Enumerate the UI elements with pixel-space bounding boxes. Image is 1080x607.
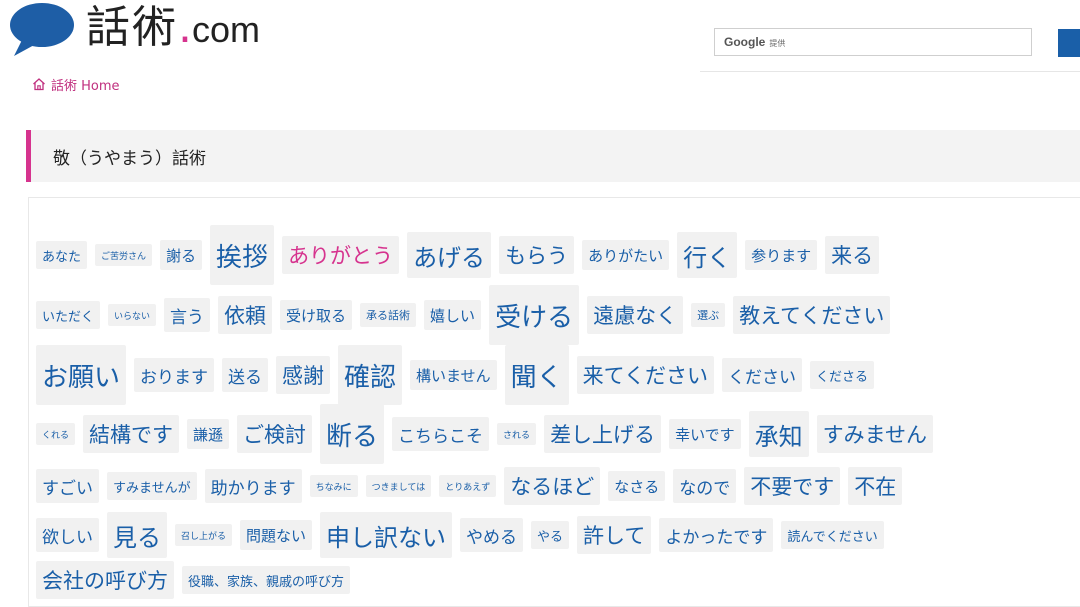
logo-com: com	[192, 9, 261, 50]
tag-link[interactable]: いただく	[36, 301, 101, 329]
tag-link[interactable]: ちなみに	[309, 475, 358, 497]
site-logo-text: 話術.com	[86, 0, 260, 60]
google-label: Google	[724, 35, 766, 49]
tag-link[interactable]: 受ける	[489, 285, 580, 345]
tag-link[interactable]: なるほど	[504, 467, 601, 505]
tag-link[interactable]: 構いません	[410, 360, 497, 390]
tag-link[interactable]: すごい	[36, 469, 99, 503]
tag-link[interactable]: くれる	[36, 423, 76, 445]
tag-row: いただく いらない 言う 依頼 受け取る 承る話術 嬉しい 受ける 遠慮なく 選ぶ 教えてください	[36, 285, 1080, 345]
tag-link[interactable]: ありがとう	[282, 236, 400, 274]
tag-link[interactable]: 承る話術	[360, 303, 417, 327]
tag-link[interactable]: こちらこそ	[392, 417, 490, 451]
tag-link[interactable]: 嬉しい	[424, 300, 482, 330]
tag-link[interactable]: 許して	[577, 516, 652, 554]
tag-link[interactable]: すみません	[816, 415, 933, 453]
home-icon	[33, 78, 45, 91]
breadcrumb[interactable]: 話術 Home	[32, 74, 120, 94]
tag-link[interactable]: 断る	[320, 404, 385, 464]
tag-link[interactable]: 会社の呼び方	[36, 561, 174, 599]
tag-link[interactable]: ありがたい	[582, 240, 670, 270]
tag-link[interactable]: くださる	[809, 361, 874, 389]
tag-link[interactable]: 教えてください	[733, 296, 891, 334]
tag-link[interactable]: おります	[134, 358, 215, 392]
page-title: 敬（うやまう）話術	[53, 149, 206, 169]
tag-link[interactable]: 不在	[848, 467, 903, 505]
tag-link[interactable]: 来てください	[576, 356, 714, 394]
provided-label: 提供	[769, 39, 786, 48]
tag-link[interactable]: 幸いです	[669, 419, 741, 449]
tag-link[interactable]: 承知	[748, 411, 809, 457]
tag-link[interactable]: 召し上がる	[175, 524, 233, 546]
tag-link[interactable]: 送る	[222, 358, 269, 392]
tag-link[interactable]: 欲しい	[36, 518, 99, 552]
tag-link[interactable]: あげる	[407, 232, 492, 278]
logo-name: 話術	[86, 2, 178, 53]
tag-row: くれる 結構です 謙遜 ご検討 断る こちらこそ される 差し上げる 幸いです 承知 すみません	[36, 404, 1080, 464]
tag-link[interactable]: 差し上げる	[544, 415, 662, 453]
tag-link[interactable]: 参ります	[745, 240, 818, 270]
tag-link[interactable]: すみませんが	[107, 472, 197, 500]
tag-link[interactable]: なさる	[608, 471, 666, 501]
tag-link[interactable]: ご苦労さん	[95, 244, 153, 266]
tag-link[interactable]: なので	[673, 469, 737, 503]
tag-link[interactable]: 結構です	[83, 415, 180, 453]
tag-link[interactable]: あなた	[36, 241, 88, 269]
tag-link[interactable]: とりあえず	[439, 475, 497, 497]
header-divider	[700, 71, 1080, 72]
tag-row: お願い おります 送る 感謝 確認 構いません 聞く 来てください ください くださる	[36, 344, 1080, 406]
tag-link[interactable]: される	[497, 423, 537, 445]
tag-link[interactable]: やる	[531, 521, 570, 549]
tag-link[interactable]: いらない	[108, 304, 157, 326]
tag-link[interactable]: お願い	[36, 345, 127, 405]
search-input[interactable]: Google 提供	[714, 28, 1032, 56]
tag-link[interactable]: 遠慮なく	[587, 296, 684, 334]
tag-cloud: あなた ご苦労さん 謝る 挨拶 ありがとう あげる もらう ありがたい 行く 参ります 来る いただく…	[36, 224, 1080, 600]
tag-link[interactable]: 謙遜	[187, 419, 230, 449]
tag-row: すごい すみませんが 助かります ちなみに つきましては とりあえず なるほど なさる なので不…	[36, 462, 1080, 510]
tag-link[interactable]: 来る	[825, 236, 880, 274]
tag-link[interactable]: 言う	[164, 298, 211, 332]
tag-link[interactable]: 感謝	[276, 356, 331, 394]
tag-link[interactable]: 謝る	[160, 240, 203, 270]
site-logo[interactable]: 話術.com	[8, 0, 278, 70]
tag-link[interactable]: ください	[721, 358, 802, 392]
logo-dot: .	[178, 2, 192, 53]
tag-link[interactable]: 確認	[338, 345, 403, 405]
tag-link[interactable]: やめる	[460, 518, 524, 552]
tag-link[interactable]: 行く	[677, 232, 738, 278]
tag-link[interactable]: 見る	[107, 512, 167, 558]
tag-link[interactable]: よかったです	[659, 518, 774, 552]
tag-link[interactable]: 申し訳ない	[320, 512, 453, 558]
tag-link[interactable]: 役職、家族、親戚の呼び方	[182, 566, 351, 594]
search-branding: Google 提供	[724, 35, 785, 49]
tag-link[interactable]: 受け取る	[280, 300, 353, 330]
tag-row: あなた ご苦労さん 謝る 挨拶 ありがとう あげる もらう ありがたい 行く 参ります 来る	[36, 224, 1080, 286]
breadcrumb-home-link[interactable]: 話術 Home	[51, 75, 120, 94]
tag-link[interactable]: 読んでください	[781, 521, 884, 549]
page-heading-bar: 敬（うやまう）話術	[26, 130, 1080, 182]
tag-link[interactable]: 挨拶	[210, 225, 275, 285]
tag-link[interactable]: もらう	[499, 236, 575, 274]
tag-link[interactable]: ご検討	[237, 415, 313, 453]
tag-link[interactable]: 依頼	[218, 296, 273, 334]
tag-link[interactable]: 聞く	[504, 345, 569, 405]
tag-link[interactable]: 問題ない	[240, 520, 313, 550]
tag-link[interactable]: 助かります	[204, 469, 302, 503]
tag-row: 欲しい 見る 召し上がる 問題ない 申し訳ない やめる やる 許して よかったです 読んでください	[36, 510, 1080, 560]
tag-link[interactable]: つきましては	[365, 475, 432, 497]
tag-link[interactable]: 不要です	[744, 467, 841, 505]
search-button[interactable]	[1058, 29, 1080, 57]
tag-link[interactable]: 選ぶ	[691, 303, 726, 327]
tag-row: 会社の呼び方 役職、家族、親戚の呼び方	[36, 560, 1080, 600]
speech-bubble-icon	[10, 3, 74, 56]
